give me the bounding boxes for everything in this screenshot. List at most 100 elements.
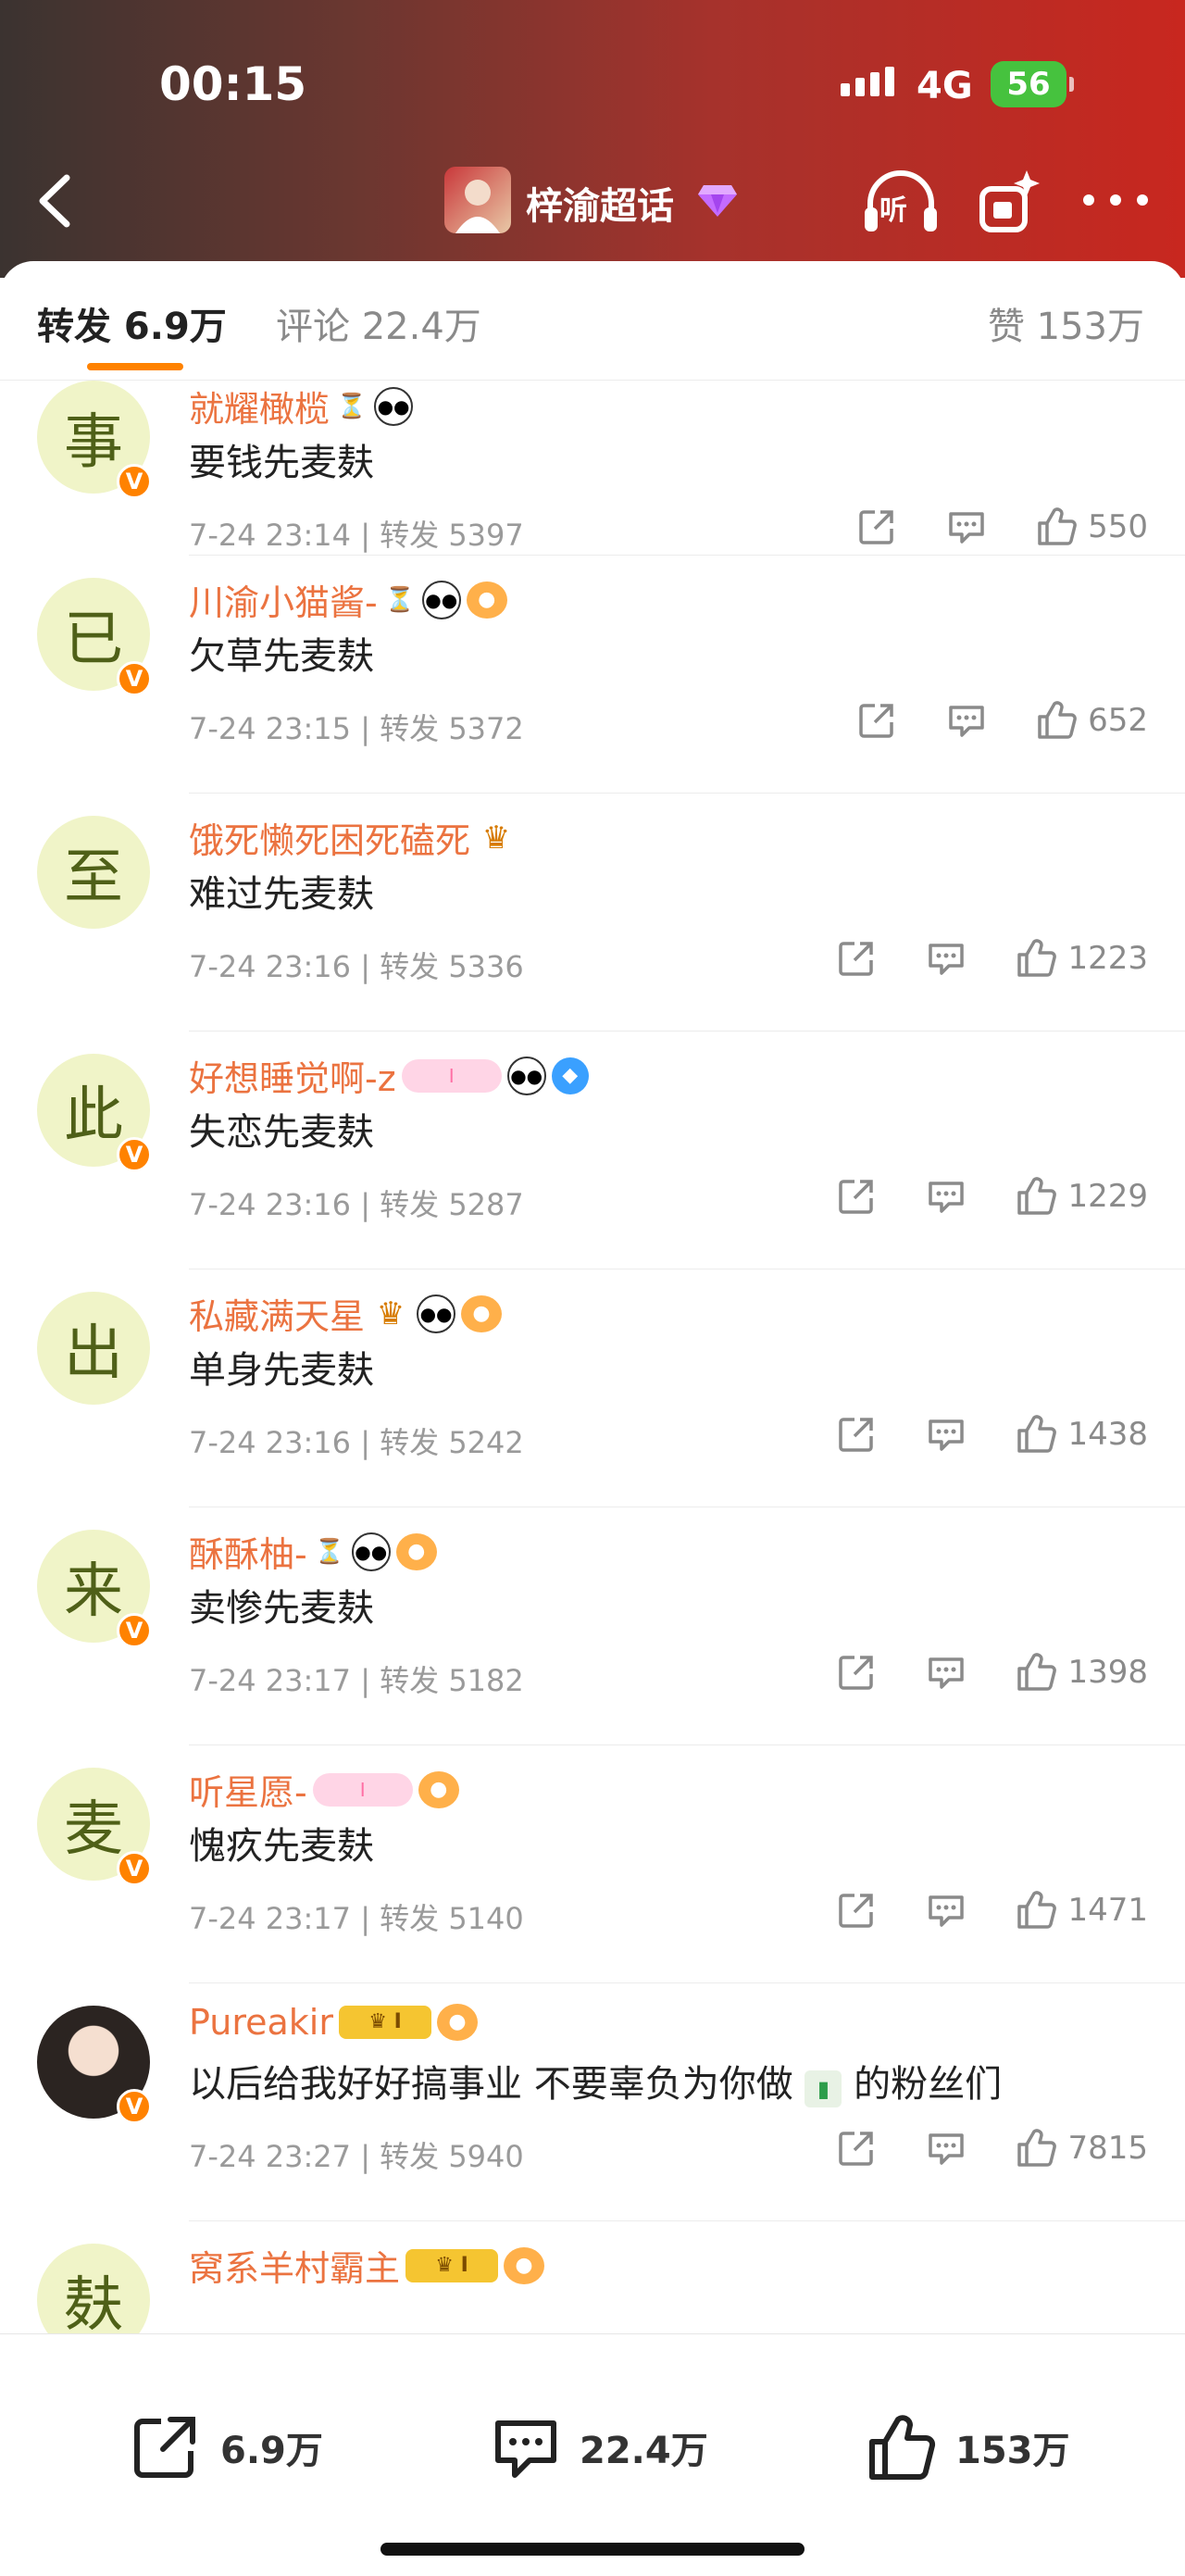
vip-badge-icon: V xyxy=(117,1137,152,1172)
username[interactable]: 好想睡觉啊-z xyxy=(189,1050,396,1101)
share-icon[interactable] xyxy=(836,2128,877,2169)
like-count: 550 xyxy=(1088,508,1148,545)
headphones-icon[interactable]: 听 xyxy=(861,167,941,241)
username[interactable]: 川渝小猫酱- xyxy=(189,574,378,625)
comment-icon[interactable] xyxy=(945,506,988,547)
like-button[interactable]: 652 xyxy=(1036,700,1148,741)
share-icon[interactable] xyxy=(836,938,877,979)
tab-repost[interactable]: 转发 6.9万 xyxy=(37,296,227,350)
hourglass-icon: ⏳ xyxy=(314,1537,344,1566)
fish-icon: ● xyxy=(466,581,507,619)
comment-icon[interactable] xyxy=(925,2128,967,2169)
username[interactable]: Pureakir xyxy=(189,2002,333,2043)
like-count: 1398 xyxy=(1067,1654,1148,1691)
panda-icon: ●● xyxy=(506,1056,546,1095)
fish-icon: ● xyxy=(418,1770,459,1808)
repost-text: 要钱先麦麸 xyxy=(189,442,374,484)
panda-icon: ●● xyxy=(417,1294,456,1333)
username[interactable]: 就耀橄榄 xyxy=(189,381,330,431)
like-button[interactable]: 1223 xyxy=(1016,938,1148,979)
repost-text-end: 的粉丝们 xyxy=(854,2063,1003,2106)
repost-meta: 7-24 23:16 | 转发 5242 xyxy=(189,1425,524,1460)
pink-badge-icon: I xyxy=(312,1772,413,1807)
like-button[interactable]: 1398 xyxy=(1016,1652,1148,1693)
avatar[interactable]: 麸 xyxy=(37,2244,150,2334)
like-icon xyxy=(1017,2129,1057,2167)
like-button[interactable]: 7815 xyxy=(1016,2128,1148,2169)
like-icon xyxy=(1017,1415,1057,1453)
topic-avatar[interactable] xyxy=(444,167,511,233)
level-badge-icon: ♛ I xyxy=(405,2248,499,2282)
vip-badge-icon: V xyxy=(117,2089,152,2124)
like-button[interactable]: 1471 xyxy=(1016,1890,1148,1931)
more-icon[interactable] xyxy=(1083,194,1148,209)
list-item: 麦 V 听星愿- I ● 愧疚先麦麸 7-24 23:17 | 转发 5140 … xyxy=(0,1745,1185,1983)
comment-icon[interactable] xyxy=(945,700,988,741)
home-indicator[interactable] xyxy=(380,2543,805,2556)
list-item: 至 饿死懒死困死磕死 ♛ 难过先麦麸 7-24 23:16 | 转发 5336 … xyxy=(0,794,1185,1032)
vip-badge-icon: V xyxy=(117,1613,152,1648)
tab-like[interactable]: 赞 153万 xyxy=(988,296,1144,350)
repost-text: 愧疚先麦麸 xyxy=(189,1825,374,1868)
listen-label: 听 xyxy=(879,194,907,227)
username[interactable]: 窝系羊村霸主 xyxy=(189,2240,400,2291)
repost-icon xyxy=(134,2417,195,2478)
gift-icon[interactable] xyxy=(977,167,1043,237)
like-count: 652 xyxy=(1088,702,1148,739)
comment-count: 22.4万 xyxy=(580,2430,708,2472)
share-icon[interactable] xyxy=(836,1414,877,1455)
vip-badge-icon: V xyxy=(117,464,152,499)
comment-icon xyxy=(495,2420,556,2478)
comment-icon[interactable] xyxy=(925,1176,967,1217)
username[interactable]: 听星愿- xyxy=(189,1764,307,1815)
repost-meta: 7-24 23:17 | 转发 5140 xyxy=(189,1901,524,1936)
like-icon xyxy=(1017,1653,1057,1691)
like-count: 1223 xyxy=(1067,940,1148,977)
repost-text: 卖惨先麦麸 xyxy=(189,1587,374,1630)
list-item: V Pureakir ♛ I ● 以后给我好好搞事业 不要辜负为你做 ▮ 的粉丝… xyxy=(0,1983,1185,2221)
back-icon[interactable] xyxy=(28,169,83,233)
like-icon xyxy=(1017,939,1057,977)
repost-count: 6.9万 xyxy=(220,2430,323,2472)
share-icon[interactable] xyxy=(836,1176,877,1217)
like-icon xyxy=(1038,507,1077,545)
comment-button[interactable]: 22.4万 xyxy=(489,2412,708,2482)
username[interactable]: 私藏满天星 xyxy=(189,1288,365,1339)
repost-meta: 7-24 23:14 | 转发 5397 xyxy=(189,518,524,553)
avatar[interactable]: 至 xyxy=(37,816,150,929)
list-item: 已 V 川渝小猫酱- ⏳ ●● ● 欠草先麦麸 7-24 23:15 | 转发 … xyxy=(0,556,1185,794)
like-icon xyxy=(1017,1177,1057,1215)
like-button[interactable]: 550 xyxy=(1036,506,1148,547)
comment-icon[interactable] xyxy=(925,1652,967,1693)
like-button[interactable]: 1438 xyxy=(1016,1414,1148,1455)
hourglass-icon: ⏳ xyxy=(336,392,368,420)
comment-icon[interactable] xyxy=(925,1890,967,1931)
panda-icon: ●● xyxy=(374,386,414,426)
username[interactable]: 酥酥柚- xyxy=(189,1526,307,1577)
page-title: 梓渝超话 xyxy=(526,185,674,228)
repost-text: 以后给我好好搞事业 不要辜负为你做 xyxy=(189,2063,793,2106)
comment-icon[interactable] xyxy=(925,938,967,979)
share-icon[interactable] xyxy=(856,700,897,741)
list-item: 麸 窝系羊村霸主 ♛ I ● xyxy=(0,2221,1185,2334)
username[interactable]: 饿死懒死困死磕死 xyxy=(189,812,470,863)
tab-comment[interactable]: 评论 22.4万 xyxy=(276,296,481,350)
crown-icon: ♛ xyxy=(481,819,511,857)
share-icon[interactable] xyxy=(836,1652,877,1693)
like-count: 1471 xyxy=(1067,1892,1148,1929)
header: 00:15 4G 56 梓渝超话 听 xyxy=(0,0,1185,278)
like-icon xyxy=(1017,1891,1057,1929)
avatar[interactable]: 出 xyxy=(37,1292,150,1405)
comment-icon[interactable] xyxy=(925,1414,967,1455)
repost-text: 难过先麦麸 xyxy=(189,873,374,916)
repost-button[interactable]: 6.9万 xyxy=(130,2412,323,2482)
like-button[interactable]: 1229 xyxy=(1016,1176,1148,1217)
like-button-bottom[interactable]: 153万 xyxy=(865,2412,1070,2482)
repost-meta: 7-24 23:16 | 转发 5287 xyxy=(189,1187,524,1222)
share-icon[interactable] xyxy=(836,1890,877,1931)
share-icon[interactable] xyxy=(856,506,897,547)
crown-icon: ♛ xyxy=(376,1294,405,1332)
signal-icon xyxy=(841,67,894,96)
like-count: 1229 xyxy=(1067,1178,1148,1215)
list-item: 来 V 酥酥柚- ⏳ ●● ● 卖惨先麦麸 7-24 23:17 | 转发 51… xyxy=(0,1507,1185,1745)
